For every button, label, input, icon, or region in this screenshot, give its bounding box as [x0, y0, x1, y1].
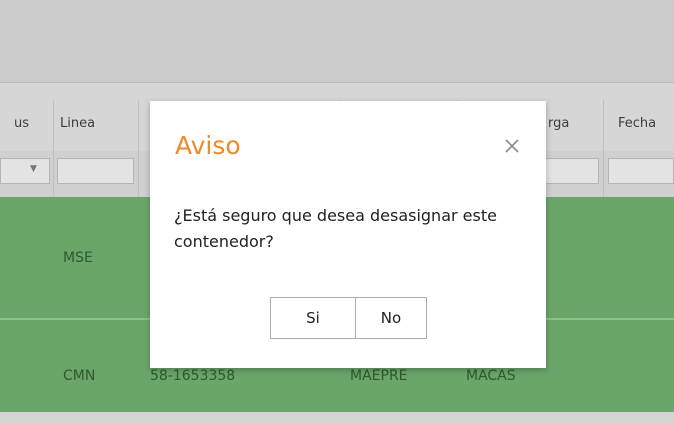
filter-dropdown-status[interactable]: ▼	[0, 158, 50, 184]
grid-cell-linea: MSE	[63, 250, 93, 266]
dialog-title: Aviso	[175, 131, 241, 160]
grid-cell-container: 58-1653358	[150, 368, 236, 384]
grid-footer	[0, 412, 674, 424]
column-header-carga[interactable]: rga	[546, 83, 604, 155]
column-header-label: rga	[548, 116, 570, 131]
column-header-label: Fecha	[618, 116, 657, 131]
yes-button[interactable]: Si	[270, 297, 356, 339]
filter-input-fecha[interactable]	[608, 158, 674, 184]
no-button[interactable]: No	[355, 297, 427, 339]
column-header-label: Linea	[60, 116, 96, 131]
dialog-message: ¿Está seguro que desea desasignar este c…	[174, 206, 497, 251]
column-header-fecha[interactable]: Fecha	[604, 83, 674, 155]
column-header-status[interactable]: us	[0, 83, 54, 155]
grid-cell-carga: MACAS	[466, 368, 516, 384]
column-header-label: us	[14, 116, 30, 131]
filter-input-linea[interactable]	[57, 158, 134, 184]
grid-cell-company: MAEPRE	[350, 368, 408, 384]
confirm-dialog: Aviso ¿Está seguro que desea desasignar …	[150, 101, 546, 368]
filter-input-carga[interactable]	[543, 158, 599, 184]
column-header-linea[interactable]: Linea	[54, 83, 138, 155]
toolbar-area	[0, 0, 674, 83]
grid-cell-linea: CMN	[63, 368, 96, 384]
close-icon[interactable]	[501, 135, 523, 157]
chevron-down-icon: ▼	[30, 164, 37, 174]
